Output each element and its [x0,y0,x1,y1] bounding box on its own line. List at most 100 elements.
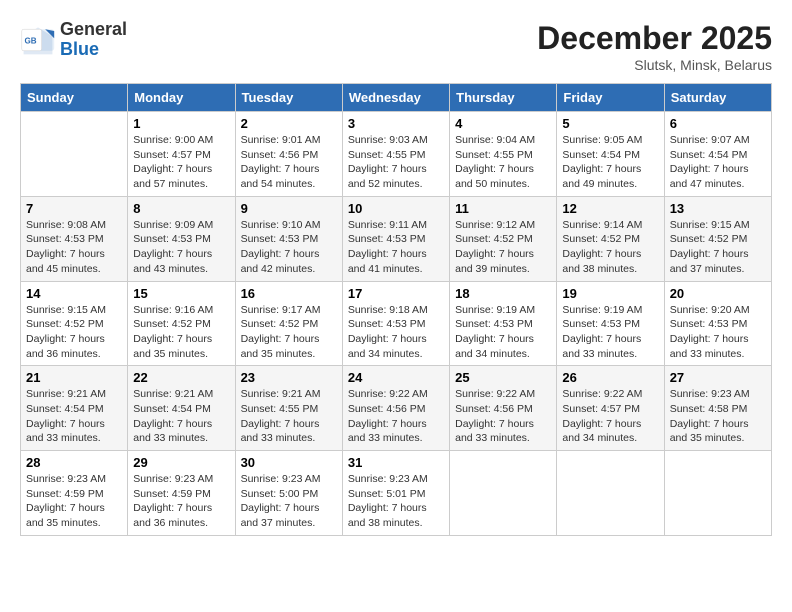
calendar-cell: 12 Sunrise: 9:14 AMSunset: 4:52 PMDayligh… [557,196,664,281]
calendar-header-row: SundayMondayTuesdayWednesdayThursdayFrid… [21,84,772,112]
day-info: Sunrise: 9:19 AMSunset: 4:53 PMDaylight:… [455,303,551,362]
day-info: Sunrise: 9:09 AMSunset: 4:53 PMDaylight:… [133,218,229,277]
calendar-cell [664,451,771,536]
day-number: 7 [26,201,122,216]
day-number: 29 [133,455,229,470]
day-number: 17 [348,286,444,301]
logo: GB General Blue [20,20,127,60]
calendar-cell: 27 Sunrise: 9:23 AMSunset: 4:58 PMDayligh… [664,366,771,451]
day-info: Sunrise: 9:11 AMSunset: 4:53 PMDaylight:… [348,218,444,277]
calendar-week-row: 28Sunrise: 9:23 AMSunset: 4:59 PMDayligh… [21,451,772,536]
day-number: 25 [455,370,551,385]
calendar-cell: 26 Sunrise: 9:22 AMSunset: 4:57 PMDayligh… [557,366,664,451]
calendar-week-row: 21 Sunrise: 9:21 AMSunset: 4:54 PMDayligh… [21,366,772,451]
calendar-cell: 16 Sunrise: 9:17 AMSunset: 4:52 PMDayligh… [235,281,342,366]
day-info: Sunrise: 9:23 AMSunset: 4:58 PMDaylight:… [670,387,766,446]
day-number: 22 [133,370,229,385]
calendar-cell: 2Sunrise: 9:01 AMSunset: 4:56 PMDaylight… [235,112,342,197]
calendar-week-row: 7 Sunrise: 9:08 AMSunset: 4:53 PMDaylight… [21,196,772,281]
day-number: 23 [241,370,337,385]
calendar-cell: 10 Sunrise: 9:11 AMSunset: 4:53 PMDayligh… [342,196,449,281]
day-info: Sunrise: 9:21 AMSunset: 4:55 PMDaylight:… [241,387,337,446]
day-info: Sunrise: 9:21 AMSunset: 4:54 PMDaylight:… [133,387,229,446]
day-number: 5 [562,116,658,131]
header-saturday: Saturday [664,84,771,112]
day-info: Sunrise: 9:00 AMSunset: 4:57 PMDaylight:… [133,133,229,192]
calendar-cell: 22 Sunrise: 9:21 AMSunset: 4:54 PMDayligh… [128,366,235,451]
day-info: Sunrise: 9:18 AMSunset: 4:53 PMDaylight:… [348,303,444,362]
calendar-cell [21,112,128,197]
day-number: 26 [562,370,658,385]
calendar-cell: 23 Sunrise: 9:21 AMSunset: 4:55 PMDayligh… [235,366,342,451]
calendar-cell [450,451,557,536]
day-info: Sunrise: 9:22 AMSunset: 4:57 PMDaylight:… [562,387,658,446]
calendar-cell: 5 Sunrise: 9:05 AMSunset: 4:54 PMDaylight… [557,112,664,197]
calendar-cell: 17 Sunrise: 9:18 AMSunset: 4:53 PMDayligh… [342,281,449,366]
title-block: December 2025 Slutsk, Minsk, Belarus [537,20,772,73]
day-number: 20 [670,286,766,301]
day-number: 10 [348,201,444,216]
month-title: December 2025 [537,20,772,57]
day-info: Sunrise: 9:23 AMSunset: 5:01 PMDaylight:… [348,472,444,531]
calendar-cell: 30 Sunrise: 9:23 AMSunset: 5:00 PMDayligh… [235,451,342,536]
calendar-cell: 29Sunrise: 9:23 AMSunset: 4:59 PMDayligh… [128,451,235,536]
day-number: 24 [348,370,444,385]
day-number: 11 [455,201,551,216]
day-info: Sunrise: 9:03 AMSunset: 4:55 PMDaylight:… [348,133,444,192]
day-number: 12 [562,201,658,216]
day-number: 21 [26,370,122,385]
calendar-cell: 11Sunrise: 9:12 AMSunset: 4:52 PMDayligh… [450,196,557,281]
day-number: 30 [241,455,337,470]
calendar-cell: 7 Sunrise: 9:08 AMSunset: 4:53 PMDaylight… [21,196,128,281]
day-number: 28 [26,455,122,470]
day-number: 18 [455,286,551,301]
day-info: Sunrise: 9:22 AMSunset: 4:56 PMDaylight:… [348,387,444,446]
day-number: 13 [670,201,766,216]
day-info: Sunrise: 9:08 AMSunset: 4:53 PMDaylight:… [26,218,122,277]
logo-icon: GB [20,22,56,58]
day-info: Sunrise: 9:10 AMSunset: 4:53 PMDaylight:… [241,218,337,277]
calendar-cell: 15Sunrise: 9:16 AMSunset: 4:52 PMDayligh… [128,281,235,366]
day-info: Sunrise: 9:04 AMSunset: 4:55 PMDaylight:… [455,133,551,192]
calendar-cell: 24 Sunrise: 9:22 AMSunset: 4:56 PMDayligh… [342,366,449,451]
calendar-cell [557,451,664,536]
day-info: Sunrise: 9:22 AMSunset: 4:56 PMDaylight:… [455,387,551,446]
calendar-cell: 13 Sunrise: 9:15 AMSunset: 4:52 PMDayligh… [664,196,771,281]
logo-blue: Blue [60,40,127,60]
day-info: Sunrise: 9:23 AMSunset: 5:00 PMDaylight:… [241,472,337,531]
calendar-cell: 18 Sunrise: 9:19 AMSunset: 4:53 PMDayligh… [450,281,557,366]
calendar-cell: 8Sunrise: 9:09 AMSunset: 4:53 PMDaylight… [128,196,235,281]
day-number: 6 [670,116,766,131]
day-info: Sunrise: 9:05 AMSunset: 4:54 PMDaylight:… [562,133,658,192]
svg-text:GB: GB [25,36,37,45]
calendar-cell: 9 Sunrise: 9:10 AMSunset: 4:53 PMDaylight… [235,196,342,281]
day-number: 9 [241,201,337,216]
day-info: Sunrise: 9:16 AMSunset: 4:52 PMDaylight:… [133,303,229,362]
day-number: 31 [348,455,444,470]
day-info: Sunrise: 9:21 AMSunset: 4:54 PMDaylight:… [26,387,122,446]
day-number: 3 [348,116,444,131]
header-friday: Friday [557,84,664,112]
logo-text: General Blue [60,20,127,60]
calendar-table: SundayMondayTuesdayWednesdayThursdayFrid… [20,83,772,536]
day-info: Sunrise: 9:14 AMSunset: 4:52 PMDaylight:… [562,218,658,277]
page-header: GB General Blue December 2025 Slutsk, Mi… [20,20,772,73]
day-number: 19 [562,286,658,301]
day-info: Sunrise: 9:17 AMSunset: 4:52 PMDaylight:… [241,303,337,362]
day-info: Sunrise: 9:07 AMSunset: 4:54 PMDaylight:… [670,133,766,192]
day-number: 27 [670,370,766,385]
header-wednesday: Wednesday [342,84,449,112]
day-info: Sunrise: 9:15 AMSunset: 4:52 PMDaylight:… [26,303,122,362]
calendar-cell: 1Sunrise: 9:00 AMSunset: 4:57 PMDaylight… [128,112,235,197]
day-number: 16 [241,286,337,301]
header-sunday: Sunday [21,84,128,112]
day-info: Sunrise: 9:15 AMSunset: 4:52 PMDaylight:… [670,218,766,277]
day-info: Sunrise: 9:01 AMSunset: 4:56 PMDaylight:… [241,133,337,192]
calendar-week-row: 1Sunrise: 9:00 AMSunset: 4:57 PMDaylight… [21,112,772,197]
calendar-cell: 14 Sunrise: 9:15 AMSunset: 4:52 PMDayligh… [21,281,128,366]
calendar-cell: 20Sunrise: 9:20 AMSunset: 4:53 PMDayligh… [664,281,771,366]
header-tuesday: Tuesday [235,84,342,112]
day-number: 14 [26,286,122,301]
header-thursday: Thursday [450,84,557,112]
calendar-cell: 21 Sunrise: 9:21 AMSunset: 4:54 PMDayligh… [21,366,128,451]
